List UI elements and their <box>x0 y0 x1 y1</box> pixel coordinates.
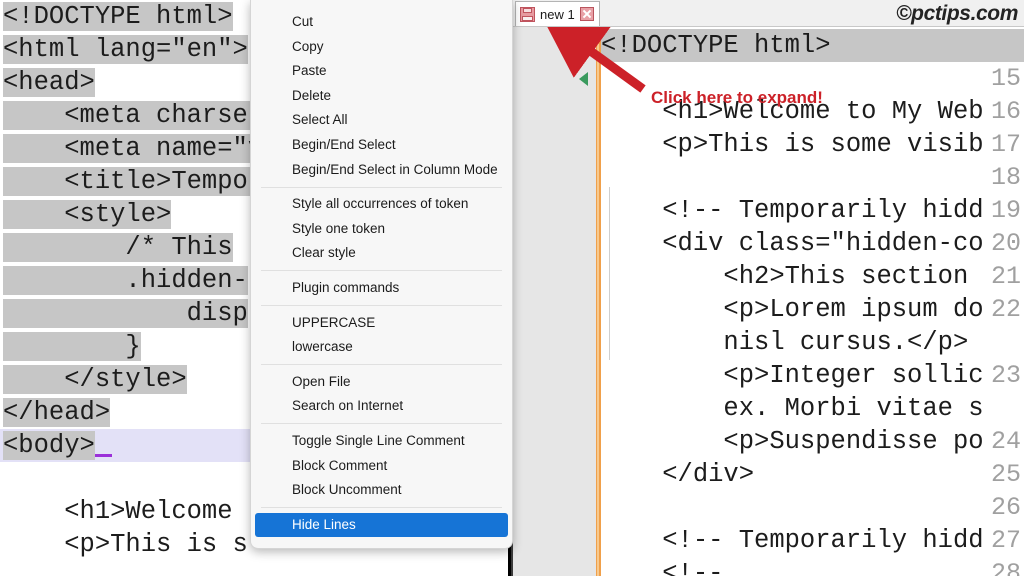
fold-marker-column[interactable] <box>574 27 596 576</box>
code-text-area[interactable]: <!DOCTYPE html> <h1>Welcome to My Web <p… <box>601 27 1024 576</box>
code-line[interactable]: nisl cursus.</p> <box>601 326 1024 359</box>
menu-separator <box>261 364 502 365</box>
tab-bar[interactable]: new 1 ©pctips.com <box>513 0 1024 27</box>
menu-item-toggle-single-line-comment[interactable]: Toggle Single Line Comment <box>251 429 512 454</box>
code-line-text: <head> <box>3 68 95 97</box>
menu-item-block-uncomment[interactable]: Block Uncomment <box>251 478 512 503</box>
menu-item-delete[interactable]: Delete <box>251 84 512 109</box>
menu-item-begin-end-select-in-column-mode[interactable]: Begin/End Select in Column Mode <box>251 158 512 183</box>
code-line[interactable]: <p>Lorem ipsum do <box>601 293 1024 326</box>
code-line[interactable] <box>601 491 1024 524</box>
notepadpp-editor-pane[interactable]: new 1 ©pctips.com 1151617181920212223242… <box>513 0 1024 576</box>
fold-bar-highlight <box>597 27 599 576</box>
menu-separator <box>261 187 502 188</box>
code-line-text: <!DOCTYPE html> <box>3 2 233 31</box>
menu-item-hide-lines[interactable]: Hide Lines <box>255 513 508 538</box>
menu-item-block-comment[interactable]: Block Comment <box>251 454 512 479</box>
code-line-text: disp <box>3 299 248 328</box>
menu-item-select-all[interactable]: Select All <box>251 108 512 133</box>
menu-item-style-all-occurrences-of-token[interactable]: Style all occurrences of token <box>251 192 512 217</box>
tab-new-1[interactable]: new 1 <box>515 1 600 26</box>
code-line-text: <style> <box>3 200 171 229</box>
code-line[interactable]: <div class="hidden-co <box>601 227 1024 260</box>
code-line[interactable]: <!-- Temporarily hidd <box>601 194 1024 227</box>
menu-item-search-on-internet[interactable]: Search on Internet <box>251 394 512 419</box>
line-number-gutter <box>513 27 574 576</box>
menu-item-style-one-token[interactable]: Style one token <box>251 217 512 242</box>
menu-item-open-file[interactable]: Open File <box>251 370 512 395</box>
context-menu[interactable]: CutCopyPasteDeleteSelect AllBegin/End Se… <box>250 0 513 549</box>
code-line[interactable]: <p>Integer sollic <box>601 359 1024 392</box>
code-line[interactable] <box>601 62 1024 95</box>
menu-item-copy[interactable]: Copy <box>251 35 512 60</box>
menu-item-plugin-commands[interactable]: Plugin commands <box>251 276 512 301</box>
fold-expand-icon[interactable] <box>579 39 588 53</box>
menu-item-uppercase[interactable]: UPPERCASE <box>251 311 512 336</box>
code-line-text: </style> <box>3 365 187 394</box>
menu-item-begin-end-select[interactable]: Begin/End Select <box>251 133 512 158</box>
code-line[interactable]: <p>This is some visib <box>601 128 1024 161</box>
code-line-text: <html lang="en"> <box>3 35 248 64</box>
tab-label: new 1 <box>540 7 575 22</box>
code-line-text: /* This <box>3 233 233 262</box>
menu-item-clear-style[interactable]: Clear style <box>251 241 512 266</box>
indent-guide <box>609 187 610 360</box>
code-line-text: </head> <box>3 398 110 427</box>
code-line[interactable]: <!-- <box>601 557 1024 576</box>
watermark: ©pctips.com <box>896 2 1018 26</box>
floppy-disk-icon <box>520 7 535 22</box>
code-line[interactable]: <!-- Temporarily hidd <box>601 524 1024 557</box>
menu-item-lowercase[interactable]: lowercase <box>251 335 512 360</box>
code-line[interactable]: <h2>This section <box>601 260 1024 293</box>
code-line[interactable] <box>0 561 513 576</box>
menu-separator <box>261 305 502 306</box>
code-line[interactable]: <!DOCTYPE html> <box>601 29 1024 62</box>
menu-item-cut[interactable]: Cut <box>251 10 512 35</box>
code-line[interactable] <box>601 161 1024 194</box>
menu-separator <box>261 507 502 508</box>
code-line[interactable]: ex. Morbi vitae s <box>601 392 1024 425</box>
editor-body[interactable]: 11516171819202122232425262728 <!DOCTYPE … <box>513 27 1024 576</box>
code-line-text: <h1>Welcome <box>3 497 233 526</box>
screen-root: <!DOCTYPE html><html lang="en"><head> <m… <box>0 0 1024 576</box>
menu-separator <box>261 423 502 424</box>
fold-collapse-icon[interactable] <box>579 72 588 86</box>
text-caret <box>95 454 112 457</box>
code-line-text: } <box>3 332 141 361</box>
code-line-text: .hidden- <box>3 266 248 295</box>
code-line[interactable]: </div> <box>601 458 1024 491</box>
code-line[interactable]: <p>Suspendisse po <box>601 425 1024 458</box>
close-icon[interactable] <box>580 7 594 21</box>
code-line-text: <p>This is s <box>3 530 248 559</box>
menu-separator <box>261 270 502 271</box>
code-line-text: <body> <box>3 431 95 460</box>
context-menu-items[interactable]: CutCopyPasteDeleteSelect AllBegin/End Se… <box>251 0 512 537</box>
menu-item-paste[interactable]: Paste <box>251 59 512 84</box>
code-line[interactable]: <h1>Welcome to My Web <box>601 95 1024 128</box>
